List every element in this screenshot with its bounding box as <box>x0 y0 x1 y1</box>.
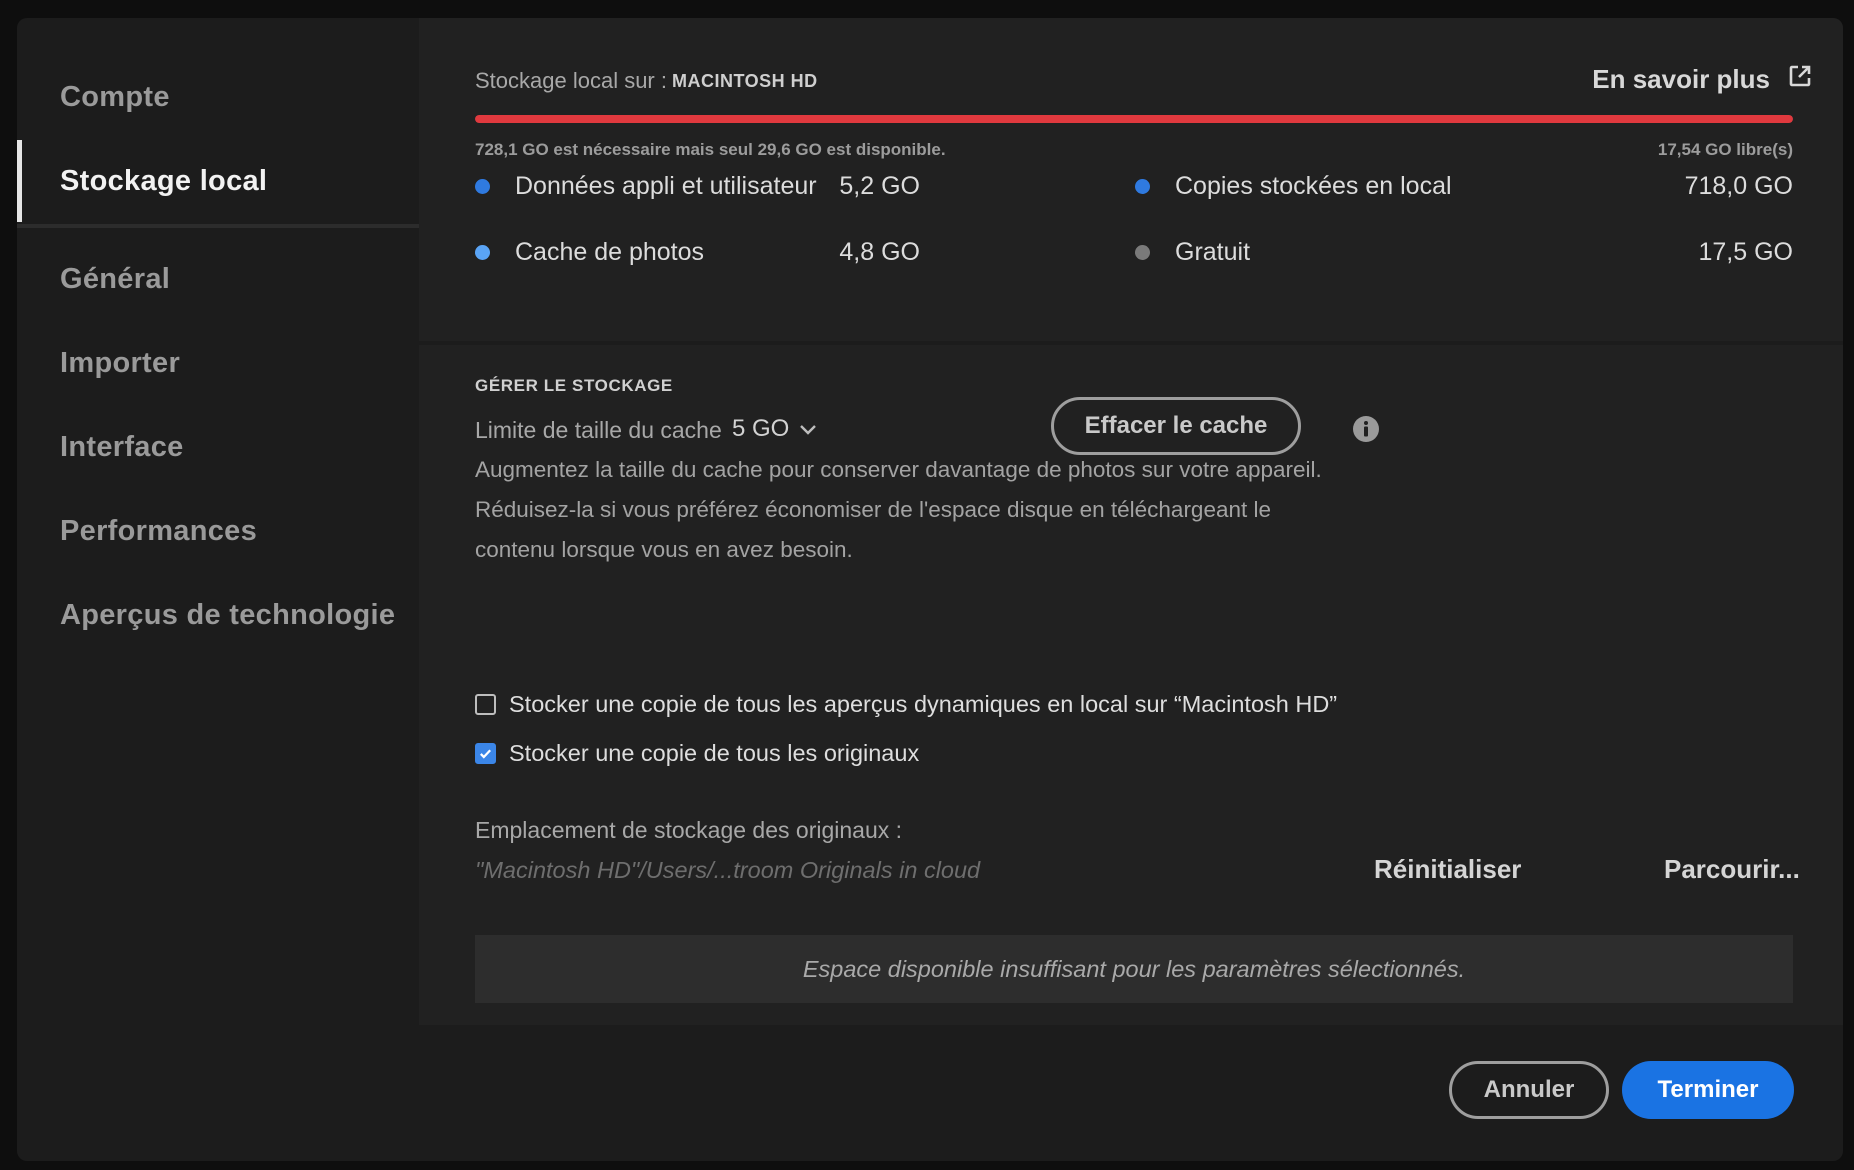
legend-value: 5,2 GO <box>839 172 920 200</box>
done-button[interactable]: Terminer <box>1622 1061 1794 1119</box>
cache-size-select[interactable]: 5 GO <box>732 415 817 443</box>
learn-more-link[interactable]: En savoir plus <box>1592 64 1812 95</box>
sidebar-item-interface[interactable]: Interface <box>17 406 419 488</box>
description-line: Augmentez la taille du cache pour conser… <box>475 457 1322 482</box>
sidebar-item-importer[interactable]: Importer <box>17 322 419 404</box>
legend-dot <box>475 179 490 194</box>
sidebar-item-compte[interactable]: Compte <box>17 56 419 138</box>
sidebar-item-general[interactable]: Général <box>17 238 419 320</box>
legend-dot <box>1135 245 1150 260</box>
cache-size-value: 5 GO <box>732 415 790 442</box>
cancel-button[interactable]: Annuler <box>1449 1061 1609 1119</box>
description-line: Réduisez-la si vous préférez économiser … <box>475 497 1272 522</box>
external-link-icon <box>1788 64 1812 95</box>
legend-label: Copies stockées en local <box>1175 172 1452 200</box>
legend-item-local-copies: Copies stockées en local <box>1135 172 1452 201</box>
space-needed-text: 728,1 GO est nécessaire mais seul 29,6 G… <box>475 140 946 159</box>
description-line: contenu lorsque vous en avez besoin. <box>475 537 853 562</box>
disk-name: MACINTOSH HD <box>672 71 818 91</box>
checkbox-checked[interactable] <box>475 743 496 764</box>
storage-summary-panel: Stockage local sur : MACINTOSH HD En sav… <box>419 18 1843 341</box>
legend-item-free: Gratuit <box>1135 238 1250 267</box>
insufficient-space-warning: Espace disponible insuffisant pour les p… <box>475 935 1793 1003</box>
sidebar-item-apercus-technologie[interactable]: Aperçus de technologie <box>17 574 419 656</box>
checkbox-label: Stocker une copie de tous les aperçus dy… <box>509 691 1338 717</box>
cache-description: Augmentez la taille du cache pour conser… <box>475 450 1375 570</box>
browse-button[interactable]: Parcourir... <box>1664 854 1800 885</box>
learn-more-label: En savoir plus <box>1592 64 1770 94</box>
originals-location-label: Emplacement de stockage des originaux : <box>475 817 903 843</box>
checkbox-unchecked[interactable] <box>475 694 496 715</box>
legend-value: 718,0 GO <box>1684 172 1793 200</box>
checkbox-label: Stocker une copie de tous les originaux <box>509 740 920 766</box>
legend-value: 17,5 GO <box>1698 238 1794 266</box>
info-icon[interactable] <box>1352 415 1380 443</box>
legend-label: Cache de photos <box>515 238 705 266</box>
preferences-dialog: Compte Stockage local Général Importer I… <box>17 18 1843 1161</box>
store-smart-previews-checkbox[interactable]: Stocker une copie de tous les aperçus dy… <box>475 691 1337 718</box>
sidebar-item-performances[interactable]: Performances <box>17 490 419 572</box>
free-space-text: 17,54 GO libre(s) <box>1657 140 1793 159</box>
section-title: GÉRER LE STOCKAGE <box>475 376 673 395</box>
legend-dot <box>475 245 490 260</box>
sidebar-item-stockage-local[interactable]: Stockage local <box>17 140 419 222</box>
warning-text: Espace disponible insuffisant pour les p… <box>802 955 1466 982</box>
storage-usage-fill <box>475 115 1793 123</box>
storage-usage-bar <box>475 115 1793 123</box>
clear-cache-button[interactable]: Effacer le cache <box>1051 397 1301 455</box>
manage-storage-panel: GÉRER LE STOCKAGE Limite de taille du ca… <box>419 345 1843 1025</box>
legend-dot <box>1135 179 1150 194</box>
storage-location-label: Stockage local sur : <box>475 68 667 93</box>
checkmark-icon <box>480 749 492 759</box>
legend-label: Gratuit <box>1175 238 1251 266</box>
legend-item-app-data: Données appli et utilisateur <box>475 172 817 201</box>
legend-value: 4,8 GO <box>839 238 920 266</box>
originals-location-path: "Macintosh HD"/Users/...troom Originals … <box>475 857 981 883</box>
sidebar: Compte Stockage local Général Importer I… <box>17 18 419 1008</box>
sidebar-divider <box>17 224 419 228</box>
reset-button[interactable]: Réinitialiser <box>1374 854 1521 885</box>
chevron-down-icon <box>799 415 817 443</box>
cache-size-label: Limite de taille du cache <box>475 417 722 443</box>
legend-item-photo-cache: Cache de photos <box>475 238 704 267</box>
legend-label: Données appli et utilisateur <box>515 172 817 200</box>
store-originals-checkbox[interactable]: Stocker une copie de tous les originaux <box>475 740 919 767</box>
